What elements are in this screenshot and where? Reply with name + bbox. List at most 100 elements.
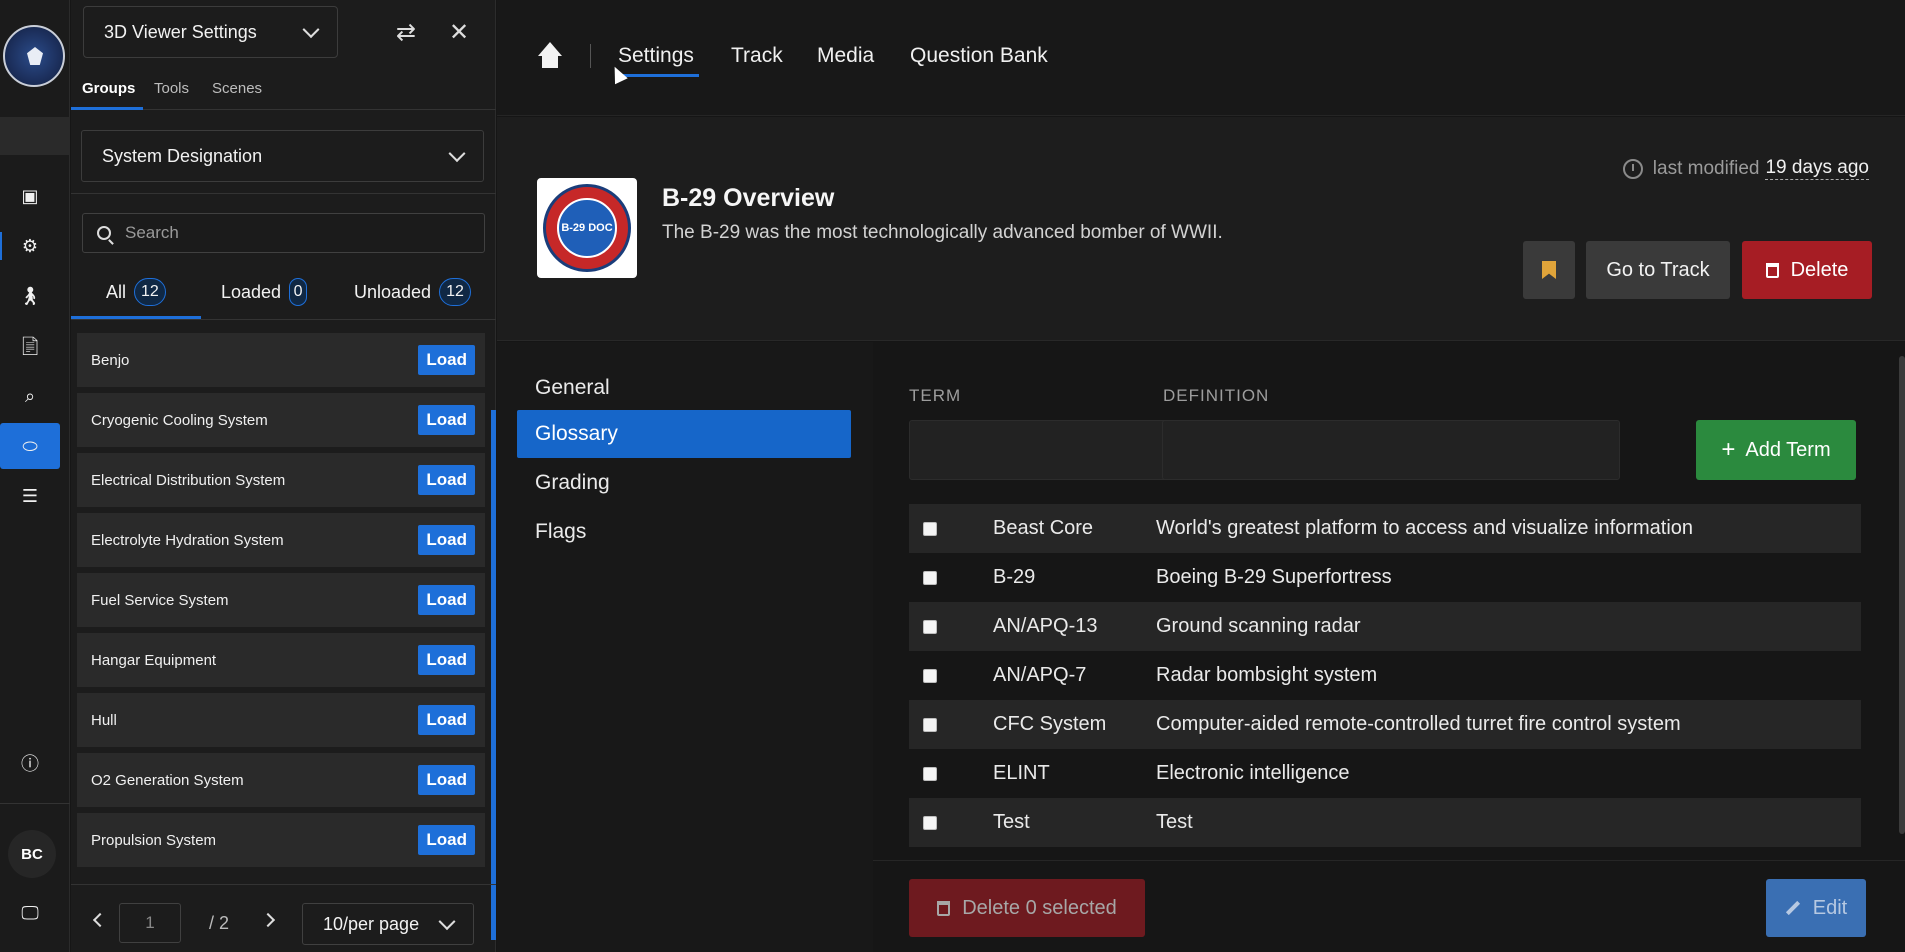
term-cell: Test <box>993 811 1030 833</box>
definition-field[interactable] <box>1162 420 1620 480</box>
last-modified: last modified 19 days ago <box>1622 157 1869 180</box>
info-icon[interactable]: ⓘ <box>0 743 60 783</box>
row-checkbox[interactable] <box>923 815 937 830</box>
prev-page-icon[interactable] <box>92 912 108 928</box>
trash-icon <box>1765 262 1779 278</box>
search-box[interactable] <box>82 213 485 253</box>
nav-track[interactable]: Track <box>731 44 783 68</box>
load-button[interactable]: Load <box>418 525 475 555</box>
filter-label: All <box>106 281 127 302</box>
plus-icon: + <box>1721 436 1736 463</box>
tab-scenes[interactable]: Scenes <box>212 80 262 97</box>
subnav-flags[interactable]: Flags <box>517 508 851 556</box>
row-checkbox[interactable] <box>923 668 937 683</box>
load-button[interactable]: Load <box>418 705 475 735</box>
table-row: AN/APQ-13 Ground scanning radar <box>909 602 1861 651</box>
left-rail: ▣ ⚙ 🚶︎ 📄︎ ⌕ ⬭ ☰ ⓘ BC 🖵︎ <box>0 0 70 952</box>
list-item: Hangar Equipment Load <box>77 633 485 687</box>
page-input[interactable]: 1 <box>119 903 181 943</box>
filter-indicator <box>71 316 201 319</box>
avatar[interactable]: BC <box>8 830 56 878</box>
walking-person-icon[interactable]: 🚶︎ <box>0 276 60 316</box>
document-icon[interactable]: 📄︎ <box>0 326 60 366</box>
subnav-grading[interactable]: Grading <box>517 459 851 507</box>
list-item: Benjo Load <box>77 333 485 387</box>
subnav-general[interactable]: General <box>517 364 851 412</box>
load-button[interactable]: Load <box>418 465 475 495</box>
nav-settings[interactable]: Settings <box>618 44 694 68</box>
table-row: Beast Core World's greatest platform to a… <box>909 504 1861 553</box>
table-row: Test Test <box>909 798 1861 847</box>
load-button[interactable]: Load <box>418 825 475 855</box>
list-item: Electrolyte Hydration System Load <box>77 513 485 567</box>
monitor-icon[interactable]: 🖵︎ <box>0 893 60 933</box>
item-name: Hangar Equipment <box>91 651 217 669</box>
row-checkbox[interactable] <box>923 619 937 634</box>
home-icon[interactable] <box>535 42 565 70</box>
row-checkbox[interactable] <box>923 570 937 585</box>
refresh-icon[interactable]: ⇄ <box>388 14 424 50</box>
list-item: O2 Generation System Load <box>77 753 485 807</box>
row-checkbox[interactable] <box>923 521 937 536</box>
modified-ago[interactable]: 19 days ago <box>1765 157 1869 180</box>
close-icon[interactable]: ✕ <box>441 14 477 50</box>
gear-icon[interactable]: ⚙ <box>0 226 60 266</box>
filter-loaded[interactable]: Loaded 0 <box>221 278 308 306</box>
divider <box>873 860 1905 861</box>
logo-emblem[interactable] <box>3 25 65 87</box>
delete-selected-button[interactable]: Delete 0 selected <box>909 879 1145 937</box>
seal-emblem: B-29 DOC <box>543 184 631 272</box>
edit-label: Edit <box>1812 896 1848 919</box>
panel-mode-select[interactable]: 3D Viewer Settings <box>83 6 338 58</box>
item-name: Electrical Distribution System <box>91 471 286 489</box>
cube-icon[interactable]: ▣ <box>0 176 60 216</box>
row-checkbox[interactable] <box>923 766 937 781</box>
nav-media[interactable]: Media <box>817 44 874 68</box>
gamepad-icon[interactable]: ⬭ <box>0 423 60 469</box>
delete-button[interactable]: Delete <box>1742 241 1872 299</box>
definition-cell: Ground scanning radar <box>1156 615 1361 637</box>
definition-cell: World's greatest platform to access and … <box>1156 517 1694 539</box>
next-page-icon[interactable] <box>260 912 276 928</box>
bookmark-button[interactable] <box>1523 241 1575 299</box>
item-name: Electrolyte Hydration System <box>91 531 284 549</box>
tab-tools[interactable]: Tools <box>154 80 189 97</box>
term-cell: ELINT <box>993 762 1050 784</box>
table-row: ELINT Electronic intelligence <box>909 749 1861 798</box>
filter-unloaded[interactable]: Unloaded 12 <box>354 278 471 306</box>
nav-active-indicator <box>615 74 699 77</box>
filter-all[interactable]: All 12 <box>106 278 166 306</box>
term-cell: Beast Core <box>993 517 1094 539</box>
load-button[interactable]: Load <box>418 585 475 615</box>
definition-label: DEFINITION <box>1163 386 1270 405</box>
go-to-track-button[interactable]: Go to Track <box>1586 241 1730 299</box>
edit-button[interactable]: Edit <box>1766 879 1866 937</box>
definition-cell: Boeing B-29 Superfortress <box>1156 566 1392 588</box>
group-select[interactable]: System Designation <box>81 130 484 182</box>
item-name: Fuel Service System <box>91 591 229 609</box>
content-scrollbar[interactable] <box>1899 356 1905 834</box>
search-icon[interactable]: ⌕ <box>0 376 60 416</box>
search-input[interactable] <box>125 223 455 243</box>
load-button[interactable]: Load <box>418 765 475 795</box>
count-badge: 12 <box>439 278 471 306</box>
table-row: AN/APQ-7 Radar bombsight system <box>909 651 1861 700</box>
main-area: Settings Track Media Question Bank B-29 … <box>497 0 1905 952</box>
bookmark-icon <box>1542 261 1556 279</box>
list-scrollbar[interactable] <box>491 410 496 940</box>
load-button[interactable]: Load <box>418 645 475 675</box>
per-page-select[interactable]: 10/per page <box>302 903 474 945</box>
list-icon[interactable]: ☰ <box>0 476 60 516</box>
nav-question-bank[interactable]: Question Bank <box>910 44 1048 68</box>
definition-cell: Computer-aided remote-controlled turret … <box>1156 713 1681 735</box>
tab-groups[interactable]: Groups <box>82 80 135 97</box>
trash-icon <box>937 900 951 916</box>
term-field[interactable] <box>909 420 1192 480</box>
add-term-button[interactable]: + Add Term <box>1696 420 1856 480</box>
subnav-glossary[interactable]: Glossary <box>517 410 851 458</box>
term-cell: AN/APQ-7 <box>993 664 1087 686</box>
group-list: Benjo Load Cryogenic Cooling System Load E… <box>77 333 485 873</box>
load-button[interactable]: Load <box>418 405 475 435</box>
row-checkbox[interactable] <box>923 717 937 732</box>
load-button[interactable]: Load <box>418 345 475 375</box>
